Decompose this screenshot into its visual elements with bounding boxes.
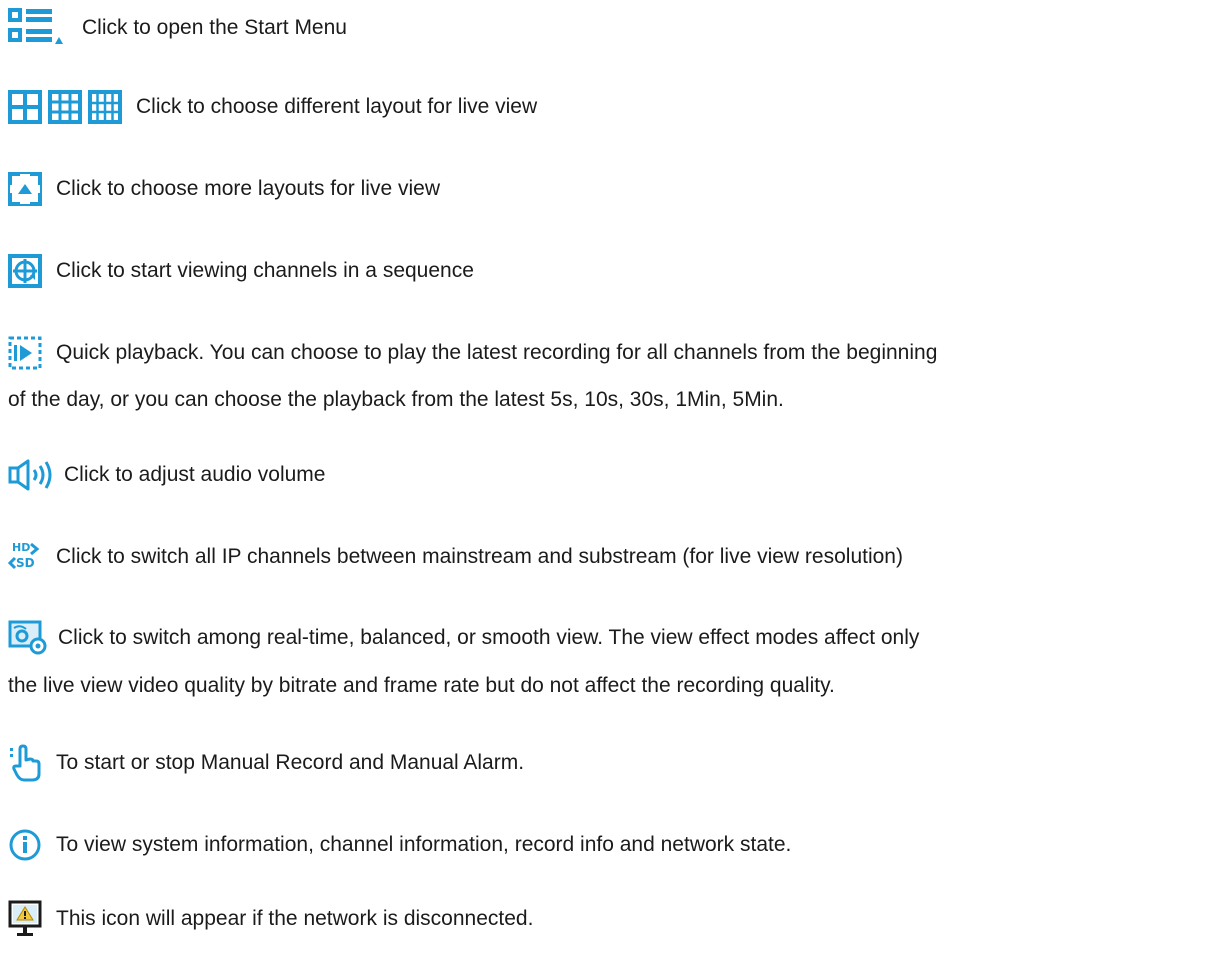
legend-row-hd-sd: HD SD Click to switch all IP channels be… (0, 540, 903, 574)
legend-row-start-menu: Click to open the Start Menu (0, 6, 347, 50)
layout-4x4-icon[interactable] (88, 90, 122, 124)
volume-icon[interactable] (8, 458, 58, 492)
view-effect-icon[interactable] (8, 620, 48, 656)
hd-sd-description: Click to switch all IP channels between … (56, 545, 903, 568)
more-layouts-icon[interactable] (8, 172, 42, 206)
start-menu-icon[interactable] (8, 6, 78, 50)
quick-playback-icon[interactable] (8, 336, 42, 370)
view-effect-description-cont: the live view video quality by bitrate a… (8, 674, 835, 697)
hd-sd-icon[interactable]: HD SD (8, 540, 42, 574)
legend-row-network: This icon will appear if the network is … (0, 900, 533, 938)
network-description: This icon will appear if the network is … (56, 907, 534, 930)
legend-row-volume: Click to adjust audio volume (0, 458, 325, 492)
manual-record-hand-icon[interactable] (8, 744, 42, 782)
sequence-icon[interactable] (8, 254, 42, 288)
manual-record-description: To start or stop Manual Record and Manua… (56, 751, 525, 774)
quick-playback-description: Quick playback. You can choose to play t… (56, 341, 938, 364)
start-menu-description: Click to open the Start Menu (82, 16, 347, 39)
volume-description: Click to adjust audio volume (64, 463, 326, 486)
info-icon[interactable] (8, 828, 42, 862)
legend-row-view-effect: Click to switch among real-time, balance… (8, 620, 1208, 698)
layouts-description: Click to choose different layout for liv… (136, 95, 538, 118)
quick-playback-description-cont: of the day, or you can choose the playba… (8, 388, 784, 411)
legend-row-quick-playback: Quick playback. You can choose to play t… (8, 336, 1208, 412)
legend-row-layouts: Click to choose different layout for liv… (0, 90, 537, 124)
info-description: To view system information, channel info… (56, 833, 792, 856)
sequence-description: Click to start viewing channels in a seq… (56, 259, 474, 282)
legend-row-sequence: Click to start viewing channels in a seq… (0, 254, 474, 288)
network-disconnected-icon (8, 900, 42, 938)
view-effect-description: Click to switch among real-time, balance… (58, 626, 920, 649)
legend-row-more-layouts: Click to choose more layouts for live vi… (0, 172, 440, 206)
more-layouts-description: Click to choose more layouts for live vi… (56, 177, 440, 200)
legend-row-manual-record: To start or stop Manual Record and Manua… (0, 744, 524, 782)
layout-2x2-icon[interactable] (8, 90, 42, 124)
layout-3x3-icon[interactable] (48, 90, 82, 124)
legend-row-info: To view system information, channel info… (0, 828, 791, 862)
